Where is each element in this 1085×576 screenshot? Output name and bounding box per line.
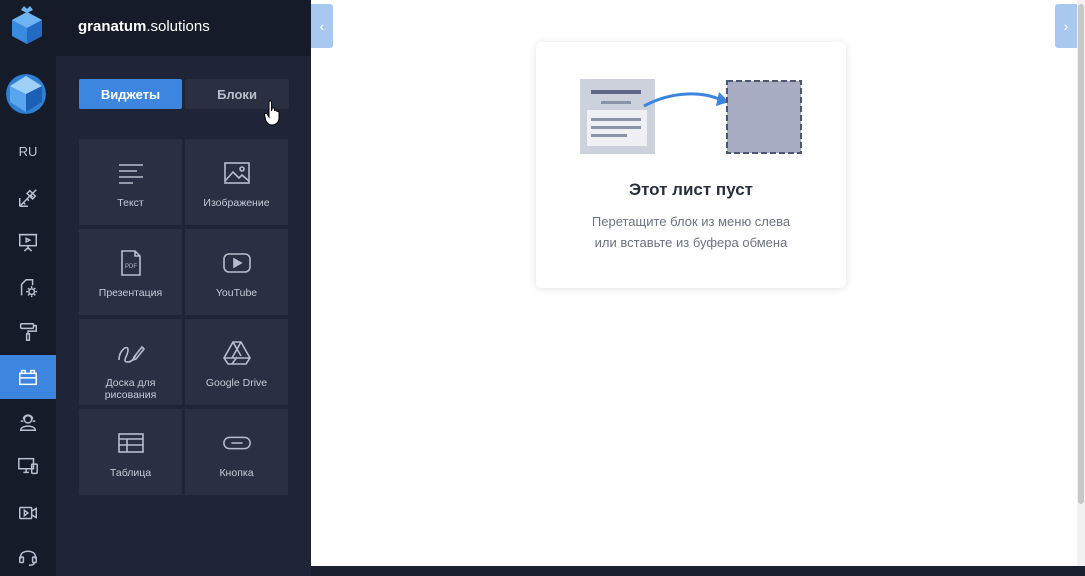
rail-item-users[interactable] (0, 400, 56, 444)
rail-item-settings[interactable] (0, 266, 56, 310)
icon-rail: RU (0, 0, 56, 576)
user-support-icon (19, 414, 37, 431)
tile-label: Текст (117, 197, 144, 209)
youtube-play-icon (222, 253, 251, 273)
chevron-right-icon: › (1063, 18, 1069, 34)
collapse-right-button[interactable]: › (1055, 4, 1077, 48)
widget-tile-presentation[interactable]: PDF Презентация (79, 229, 182, 315)
tile-label: Кнопка (219, 467, 254, 479)
table-icon (117, 433, 144, 453)
bottom-bar (311, 566, 1085, 576)
presentation-board-icon (18, 233, 38, 252)
collapse-left-button[interactable]: ‹ (311, 4, 333, 48)
design-ruler-icon (19, 189, 37, 207)
scrollbar-thumb[interactable] (1078, 4, 1084, 504)
chevron-left-icon: ‹ (319, 18, 325, 34)
image-icon (223, 162, 250, 184)
widget-tile-image[interactable]: Изображение (185, 139, 288, 225)
pencil-draw-icon (117, 345, 145, 363)
tile-label: YouTube (215, 287, 258, 299)
google-drive-icon (222, 341, 251, 365)
tile-label: Google Drive (205, 377, 268, 389)
pdf-icon: PDF (120, 250, 141, 276)
devices-icon (18, 457, 38, 475)
widget-tile-table[interactable]: Таблица (79, 409, 182, 495)
tile-label: Презентация (98, 287, 163, 299)
video-camera-icon (19, 506, 37, 520)
user-avatar[interactable] (6, 74, 46, 114)
rail-item-video[interactable] (0, 491, 56, 535)
hand-pointer-icon (264, 100, 280, 126)
empty-sheet-card: Этот лист пуст Перетащите блок из меню с… (536, 42, 846, 288)
widget-tile-text[interactable]: Текст (79, 139, 182, 225)
tab-widgets[interactable]: Виджеты (79, 79, 182, 109)
rail-item-support[interactable] (0, 535, 56, 576)
tile-label: Изображение (203, 197, 270, 209)
widget-tile-drawing-board[interactable]: Доска для рисования (79, 319, 182, 405)
widget-tile-button[interactable]: Кнопка (185, 409, 288, 495)
brand-name: granatum.solutions (78, 18, 210, 35)
button-icon (222, 436, 251, 450)
widget-tile-google-drive[interactable]: Google Drive (185, 319, 288, 405)
granatum-logo-icon[interactable] (8, 6, 46, 46)
tile-label: Таблица (109, 467, 152, 479)
paint-roller-icon (19, 323, 37, 341)
widget-panel: granatum.solutions Виджеты Блоки Текст И… (56, 0, 311, 576)
svg-text:PDF: PDF (125, 264, 137, 270)
rail-item-design[interactable] (0, 176, 56, 220)
rail-item-blocks[interactable] (0, 355, 56, 399)
tile-label: Доска для рисования (104, 377, 157, 401)
headset-icon (19, 550, 37, 566)
blocks-icon (19, 369, 37, 386)
text-lines-icon (118, 164, 143, 184)
drag-block-illustration-icon (580, 79, 802, 154)
widget-tile-youtube[interactable]: YouTube (185, 229, 288, 315)
rail-item-devices[interactable] (0, 444, 56, 488)
rail-item-design-theme[interactable] (0, 310, 56, 354)
rail-item-presentation[interactable] (0, 220, 56, 264)
settings-gear-icon (20, 279, 38, 298)
panel-header: granatum.solutions (56, 0, 311, 56)
empty-sheet-hint: Перетащите блок из меню слева или вставь… (591, 214, 791, 250)
empty-sheet-title: Этот лист пуст (628, 180, 754, 199)
language-switch[interactable]: RU (0, 144, 56, 159)
